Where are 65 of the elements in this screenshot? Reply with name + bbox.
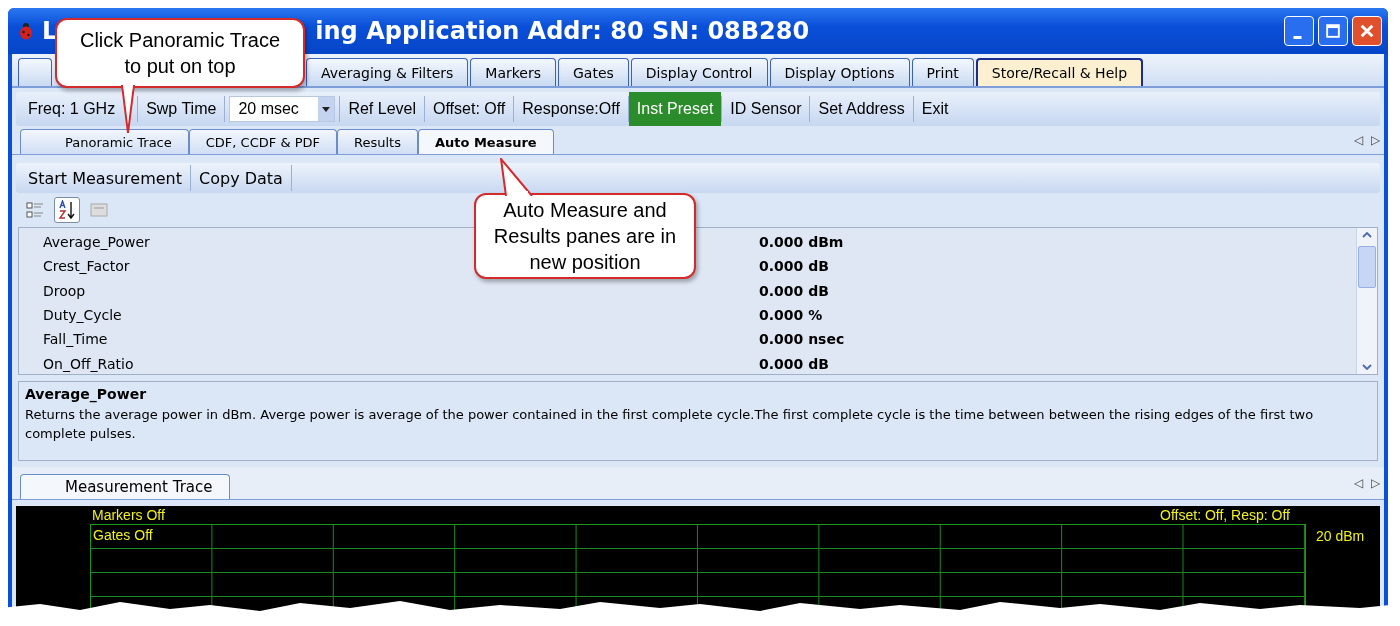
toolbar-button[interactable]: Exit xyxy=(921,92,949,126)
tab[interactable]: Averaging & Filters xyxy=(306,58,469,86)
tab[interactable]: CDF, CCDF & PDF xyxy=(188,129,337,154)
scroll-up-icon xyxy=(1362,232,1372,238)
maximize-button[interactable] xyxy=(1318,16,1348,46)
toolbar-button[interactable]: ID Sensor xyxy=(730,92,802,126)
tab[interactable] xyxy=(18,58,52,86)
property-pages-icon xyxy=(90,202,108,218)
tab[interactable]: Auto Measure xyxy=(417,129,554,154)
reference-level: 20 dBm xyxy=(1316,528,1365,546)
scrollbar-thumb[interactable] xyxy=(1358,246,1376,288)
toolbar-button[interactable]: Freq: 1 GHz xyxy=(28,92,116,126)
property-name: Fall_Time xyxy=(43,331,108,348)
close-button[interactable] xyxy=(1352,16,1382,46)
toolbar-button[interactable]: Inst Preset xyxy=(628,92,722,126)
tooltip-pointer xyxy=(500,158,534,196)
categorized-list-icon xyxy=(26,201,44,219)
property-value: 0.000 dB xyxy=(759,355,829,372)
property-value: 0.000 % xyxy=(759,307,823,324)
tab[interactable]: Markers xyxy=(470,58,556,86)
scroll-tabs-button[interactable]: ◁ xyxy=(1350,476,1367,490)
tab[interactable]: Store/Recall & Help xyxy=(975,58,1144,86)
scroll-down-icon xyxy=(1362,364,1372,370)
property-name: Duty_Cycle xyxy=(43,307,122,324)
tab[interactable]: Print xyxy=(911,58,974,86)
scrollbar[interactable] xyxy=(1356,228,1377,374)
caret-icon xyxy=(322,106,331,112)
command-button[interactable]: Copy Data xyxy=(191,163,291,193)
sort-alphabetical-button[interactable] xyxy=(54,197,80,223)
tab[interactable]: Panoramic Trace xyxy=(20,129,189,154)
ladybug-icon xyxy=(18,22,34,40)
property-value: 0.000 dB xyxy=(759,258,829,275)
tab[interactable]: Display Options xyxy=(769,58,910,86)
scroll-tabs-button[interactable]: ◁ xyxy=(1350,133,1367,147)
description-text: Returns the average power in dBm. Averge power is average of the power contained in the first complete cycle.The first complete cycle is the time between between the rising edges of the first two complete pulses. xyxy=(25,406,1315,443)
close-icon xyxy=(1359,23,1375,39)
minimize-icon xyxy=(1292,35,1302,39)
window-title: ing Application Addr: 80 SN: 08B280 xyxy=(315,17,810,45)
tooltip-pointer xyxy=(121,85,135,135)
description-title: Average_Power xyxy=(25,386,148,402)
property-value: 0.000 dB xyxy=(759,282,829,299)
toolbar-button[interactable]: Response:Off xyxy=(522,92,620,126)
property-name: Crest_Factor xyxy=(43,258,130,275)
markers-status: Markers Off xyxy=(92,507,165,523)
sweep-time-dropdown[interactable]: 20 msec xyxy=(229,96,336,122)
offset-status: Offset: Off, Resp: Off xyxy=(1160,507,1290,523)
property-name: Average_Power xyxy=(43,234,150,251)
toolbar-button[interactable]: Swp Time xyxy=(146,92,217,126)
scroll-tabs-button[interactable]: ▷ xyxy=(1367,476,1384,490)
minimize-button[interactable] xyxy=(1284,16,1314,46)
tab[interactable]: Gates xyxy=(558,58,629,86)
sort-az-icon xyxy=(58,200,76,220)
toolbar-button[interactable]: Set Address xyxy=(818,92,905,126)
toolbar-button[interactable]: Offset: Off xyxy=(433,92,506,126)
maximize-icon xyxy=(1326,24,1340,38)
tab[interactable]: Results xyxy=(337,129,418,154)
property-value: 0.000 dBm xyxy=(759,234,844,251)
property-name: Droop xyxy=(43,282,86,299)
scroll-tabs-button[interactable]: ▷ xyxy=(1367,133,1384,147)
property-value: 0.000 nsec xyxy=(759,331,845,348)
tab[interactable]: Display Control xyxy=(630,58,768,86)
toolbar-button[interactable]: Ref Level xyxy=(348,92,416,126)
tab[interactable]: Measurement Trace xyxy=(20,474,230,499)
command-button[interactable]: Start Measurement xyxy=(20,163,190,193)
property-name: On_Off_Ratio xyxy=(43,355,134,372)
